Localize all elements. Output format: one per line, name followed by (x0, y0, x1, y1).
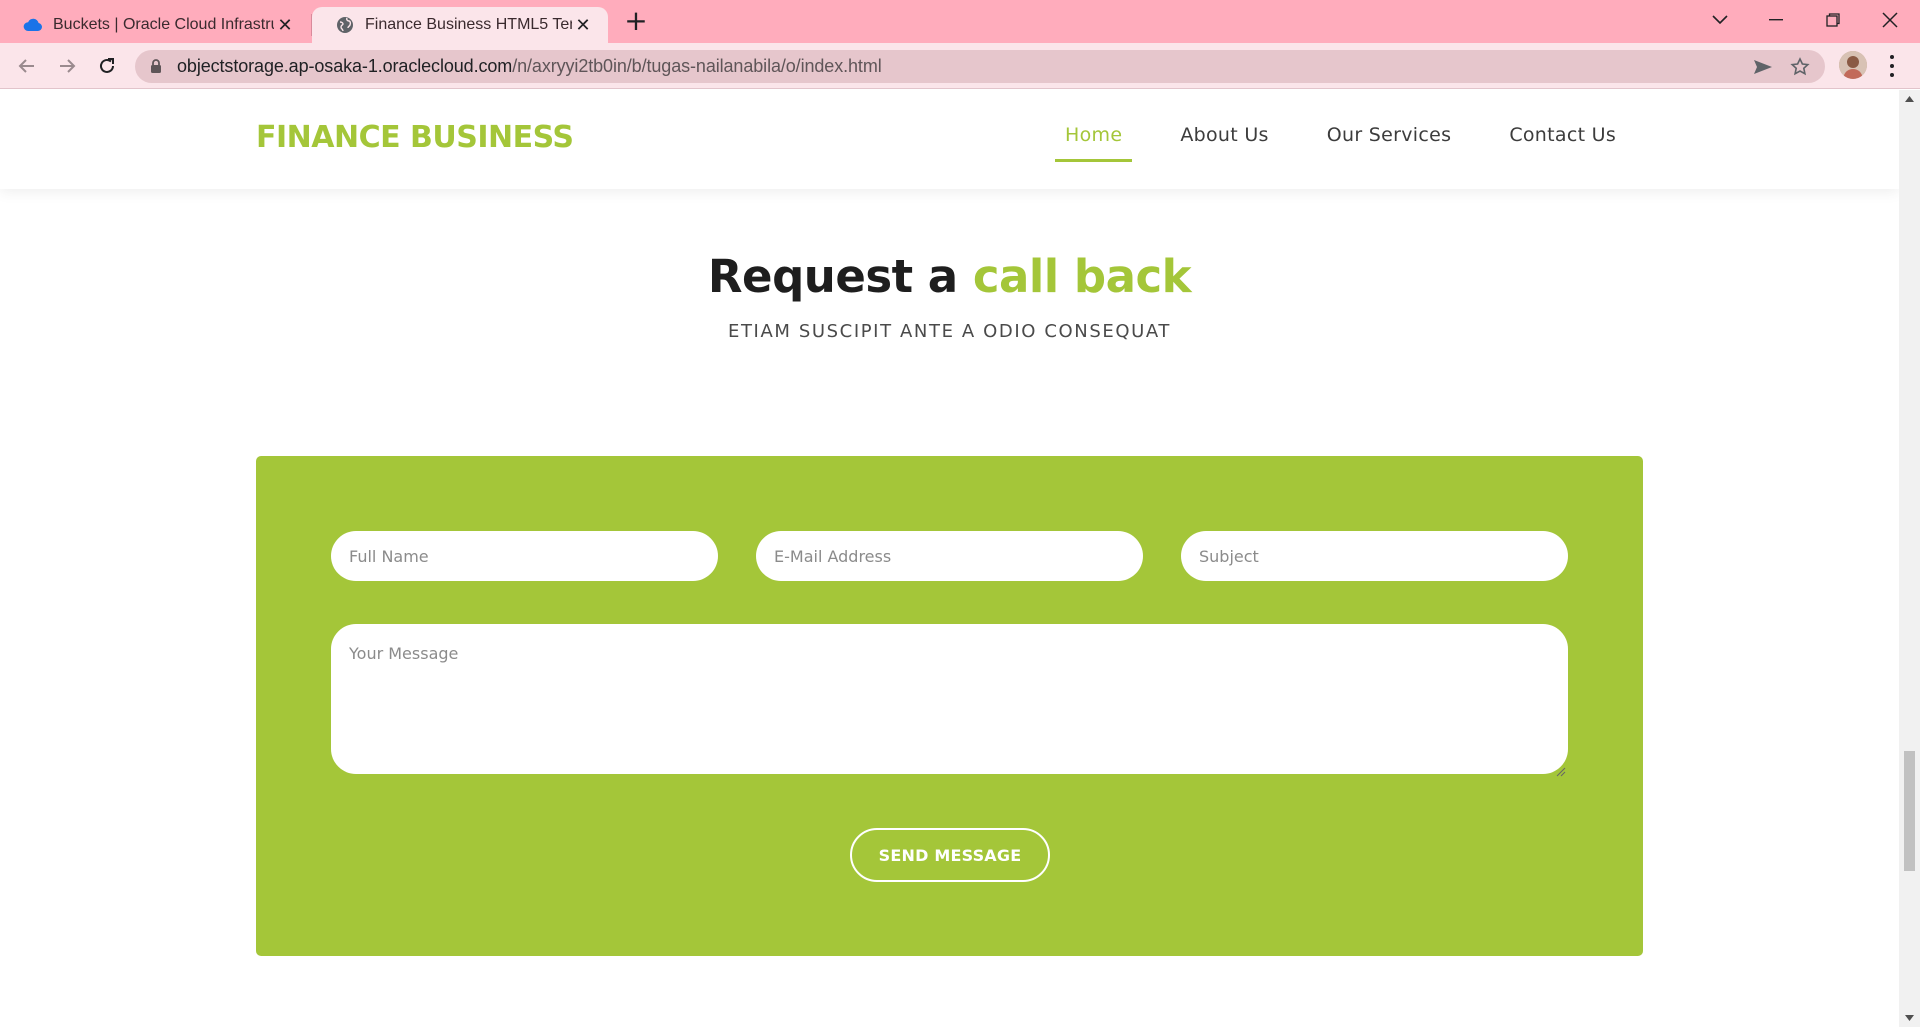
address-bar[interactable]: objectstorage.ap-osaka-1.oraclecloud.com… (135, 50, 1825, 83)
tab-oracle-buckets[interactable]: Buckets | Oracle Cloud Infrastructure ✕ (0, 7, 310, 43)
message-textarea[interactable] (331, 624, 1568, 774)
tab-title: Buckets | Oracle Cloud Infrastructure (53, 16, 274, 33)
forward-arrow-icon[interactable] (51, 50, 83, 82)
send-message-button[interactable]: SEND MESSAGE (850, 828, 1050, 882)
close-tab-icon[interactable]: ✕ (274, 14, 296, 36)
page-viewport: FINANCE BUSINESS Home About Us Our Servi… (0, 90, 1899, 1027)
bookmark-star-icon[interactable] (1790, 57, 1810, 77)
browser-menu-icon[interactable] (1885, 53, 1899, 79)
callback-heading: Request a call back ETIAM SUSCIPIT ANTE … (0, 250, 1899, 342)
new-tab-icon[interactable]: + (622, 7, 650, 36)
url-path: /n/axryyi2tb0in/b/tugas-nailanabila/o/in… (512, 56, 882, 76)
page-scrollbar[interactable] (1899, 90, 1920, 1027)
lock-icon[interactable] (150, 58, 162, 79)
main-nav: Home About Us Our Services Contact Us (1055, 124, 1664, 162)
callback-form: SEND MESSAGE (256, 456, 1643, 956)
profile-avatar[interactable] (1839, 51, 1867, 79)
section-title: Request a call back (0, 250, 1899, 303)
scrollbar-thumb[interactable] (1904, 751, 1915, 871)
close-tab-icon[interactable]: ✕ (572, 14, 594, 36)
browser-tab-bar: Buckets | Oracle Cloud Infrastructure ✕ … (0, 0, 1920, 43)
restore-icon[interactable] (1813, 4, 1853, 36)
tab-title: Finance Business HTML5 Template (365, 16, 572, 33)
tab-finance-business[interactable]: Finance Business HTML5 Template ✕ (312, 7, 608, 43)
site-logo[interactable]: FINANCE BUSINESS (256, 120, 574, 155)
send-to-devices-icon[interactable] (1753, 57, 1773, 77)
scroll-down-arrow-icon[interactable] (1899, 1009, 1920, 1027)
nav-about-us[interactable]: About Us (1170, 124, 1278, 162)
scroll-up-arrow-icon[interactable] (1899, 90, 1920, 108)
globe-icon (334, 14, 356, 36)
nav-our-services[interactable]: Our Services (1317, 124, 1462, 162)
close-window-icon[interactable] (1870, 4, 1910, 36)
email-input[interactable] (756, 531, 1143, 581)
tab-search-chevron-icon[interactable] (1700, 4, 1740, 36)
full-name-input[interactable] (331, 531, 718, 581)
url-text: objectstorage.ap-osaka-1.oraclecloud.com… (177, 56, 882, 77)
browser-toolbar: objectstorage.ap-osaka-1.oraclecloud.com… (0, 43, 1920, 89)
nav-home[interactable]: Home (1055, 124, 1133, 162)
resize-grip-icon[interactable] (1556, 762, 1566, 777)
minimize-icon[interactable] (1756, 4, 1796, 36)
title-accent: call back (972, 250, 1192, 303)
back-arrow-icon[interactable] (11, 50, 43, 82)
cloud-icon (22, 14, 44, 36)
url-host: objectstorage.ap-osaka-1.oraclecloud.com (177, 56, 513, 76)
site-header: FINANCE BUSINESS Home About Us Our Servi… (0, 90, 1899, 189)
title-plain: Request a (707, 250, 973, 303)
section-subtitle: ETIAM SUSCIPIT ANTE A ODIO CONSEQUAT (727, 321, 1171, 342)
nav-contact-us[interactable]: Contact Us (1499, 124, 1626, 162)
subject-input[interactable] (1181, 531, 1568, 581)
reload-icon[interactable] (91, 50, 123, 82)
